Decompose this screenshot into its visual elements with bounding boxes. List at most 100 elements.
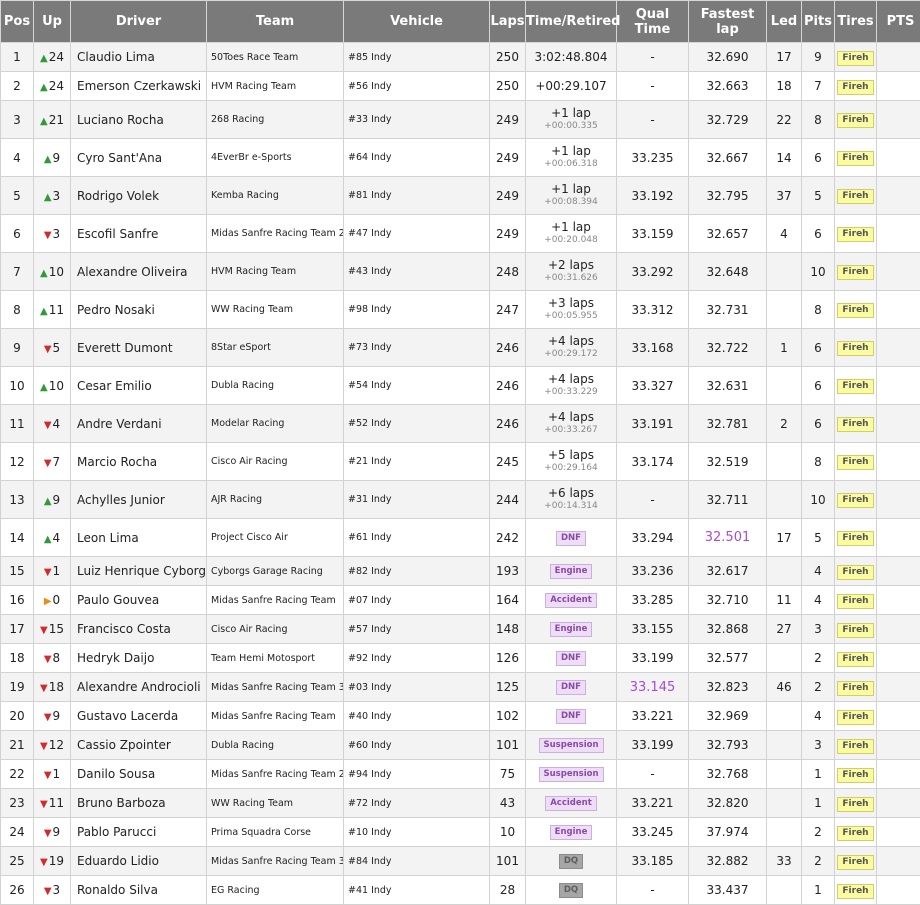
triangle-down-icon: ▼ — [44, 344, 52, 355]
driver-name[interactable]: Pablo Parucci — [71, 818, 207, 847]
driver-name[interactable]: Andre Verdani — [71, 405, 207, 443]
driver-name[interactable]: Hedryk Daijo — [71, 644, 207, 673]
position-cell: 10 — [1, 367, 34, 405]
triangle-down-icon: ▼ — [44, 420, 52, 431]
column-header-tires[interactable]: Tires — [835, 1, 877, 43]
time-retired-cell: +00:29.107 — [526, 72, 617, 101]
team-name[interactable]: 50Toes Race Team — [207, 43, 344, 72]
positions-gained-value: 3 — [53, 883, 61, 897]
points-cell — [877, 329, 920, 367]
team-name[interactable]: Kemba Racing — [207, 177, 344, 215]
column-header-pts[interactable]: PTS — [877, 1, 920, 43]
column-header-qual-time[interactable]: Qual Time — [617, 1, 689, 43]
team-name[interactable]: Midas Sanfre Racing Team 3 — [207, 673, 344, 702]
qual-time-cell: 33.199 — [617, 731, 689, 760]
driver-name[interactable]: Luciano Rocha — [71, 101, 207, 139]
team-name[interactable]: HVM Racing Team — [207, 72, 344, 101]
table-row: 16▶0Paulo GouveaMidas Sanfre Racing Team… — [1, 586, 920, 615]
positions-gained-value: 4 — [53, 531, 61, 545]
column-header-driver[interactable]: Driver — [71, 1, 207, 43]
column-header-laps[interactable]: Laps — [490, 1, 526, 43]
driver-name[interactable]: Bruno Barboza — [71, 789, 207, 818]
tires-cell: Fireh — [835, 760, 877, 789]
column-header-pos[interactable]: Pos — [1, 1, 34, 43]
team-name[interactable]: Project Cisco Air — [207, 519, 344, 557]
team-name[interactable]: AJR Racing — [207, 481, 344, 519]
team-name[interactable]: Midas Sanfre Racing Team 3 — [207, 847, 344, 876]
team-name[interactable]: Cisco Air Racing — [207, 615, 344, 644]
driver-name[interactable]: Cesar Emilio — [71, 367, 207, 405]
team-name[interactable]: Team Hemi Motosport — [207, 644, 344, 673]
laps-led-cell: 27 — [767, 615, 802, 644]
points-cell — [877, 702, 920, 731]
team-name[interactable]: WW Racing Team — [207, 291, 344, 329]
vehicle-name: #33 Indy — [344, 101, 490, 139]
driver-name[interactable]: Everett Dumont — [71, 329, 207, 367]
team-name[interactable]: Prima Squadra Corse — [207, 818, 344, 847]
positions-gained-value: 1 — [53, 767, 61, 781]
laps-cell: 101 — [490, 731, 526, 760]
status-badge: DNF — [556, 531, 586, 546]
column-header-fastest-lap[interactable]: Fastest lap — [689, 1, 767, 43]
driver-name[interactable]: Marcio Rocha — [71, 443, 207, 481]
driver-name[interactable]: Escofil Sanfre — [71, 215, 207, 253]
positions-gained-value: 11 — [49, 796, 64, 810]
column-header-vehicle[interactable]: Vehicle — [344, 1, 490, 43]
driver-name[interactable]: Emerson Czerkawski — [71, 72, 207, 101]
team-name[interactable]: Midas Sanfre Racing Team — [207, 702, 344, 731]
driver-name[interactable]: Rodrigo Volek — [71, 177, 207, 215]
points-cell — [877, 101, 920, 139]
team-name[interactable]: Midas Sanfre Racing Team 2 — [207, 760, 344, 789]
driver-name[interactable]: Cyro Sant'Ana — [71, 139, 207, 177]
driver-name[interactable]: Cassio Zpointer — [71, 731, 207, 760]
driver-name[interactable]: Alexandre Oliveira — [71, 253, 207, 291]
team-name[interactable]: Modelar Racing — [207, 405, 344, 443]
column-header-up[interactable]: Up — [34, 1, 71, 43]
team-name[interactable]: 8Star eSport — [207, 329, 344, 367]
team-name[interactable]: Dubla Racing — [207, 731, 344, 760]
driver-name[interactable]: Paulo Gouvea — [71, 586, 207, 615]
team-name[interactable]: HVM Racing Team — [207, 253, 344, 291]
position-cell: 18 — [1, 644, 34, 673]
qual-time-cell: 33.174 — [617, 443, 689, 481]
team-name[interactable]: Midas Sanfre Racing Team — [207, 586, 344, 615]
team-name[interactable]: 4EverBr e-Sports — [207, 139, 344, 177]
column-header-pits[interactable]: Pits — [802, 1, 835, 43]
driver-name[interactable]: Pedro Nosaki — [71, 291, 207, 329]
fastest-lap-cell: 33.437 — [689, 876, 767, 905]
driver-name[interactable]: Danilo Sousa — [71, 760, 207, 789]
driver-name[interactable]: Francisco Costa — [71, 615, 207, 644]
driver-name[interactable]: Gustavo Lacerda — [71, 702, 207, 731]
team-name[interactable]: Cisco Air Racing — [207, 443, 344, 481]
driver-name[interactable]: Ronaldo Silva — [71, 876, 207, 905]
vehicle-name: #84 Indy — [344, 847, 490, 876]
column-header-time-retired[interactable]: Time/Retired — [526, 1, 617, 43]
team-name[interactable]: EG Racing — [207, 876, 344, 905]
qual-time-cell: - — [617, 43, 689, 72]
driver-name[interactable]: Eduardo Lidio — [71, 847, 207, 876]
laps-led-cell — [767, 291, 802, 329]
driver-name[interactable]: Luiz Henrique Cyborg — [71, 557, 207, 586]
pit-stops-cell: 6 — [802, 139, 835, 177]
positions-gained-value: 7 — [53, 455, 61, 469]
position-cell: 12 — [1, 443, 34, 481]
points-cell — [877, 367, 920, 405]
time-retired-cell: Engine — [526, 615, 617, 644]
driver-name[interactable]: Alexandre Androcioli — [71, 673, 207, 702]
team-name[interactable]: 268 Racing — [207, 101, 344, 139]
team-name[interactable]: WW Racing Team — [207, 789, 344, 818]
team-name[interactable]: Midas Sanfre Racing Team 2 — [207, 215, 344, 253]
status-badge: DQ — [559, 883, 583, 898]
team-name[interactable]: Cyborgs Garage Racing — [207, 557, 344, 586]
team-name[interactable]: Dubla Racing — [207, 367, 344, 405]
driver-name[interactable]: Leon Lima — [71, 519, 207, 557]
tires-cell: Fireh — [835, 702, 877, 731]
fastest-lap-cell: 32.648 — [689, 253, 767, 291]
driver-name[interactable]: Achylles Junior — [71, 481, 207, 519]
driver-name[interactable]: Claudio Lima — [71, 43, 207, 72]
positions-gained-cell: ▼3 — [34, 215, 71, 253]
column-header-team[interactable]: Team — [207, 1, 344, 43]
laps-cell: 249 — [490, 101, 526, 139]
gap-time: +00:33.267 — [526, 424, 616, 437]
column-header-led[interactable]: Led — [767, 1, 802, 43]
